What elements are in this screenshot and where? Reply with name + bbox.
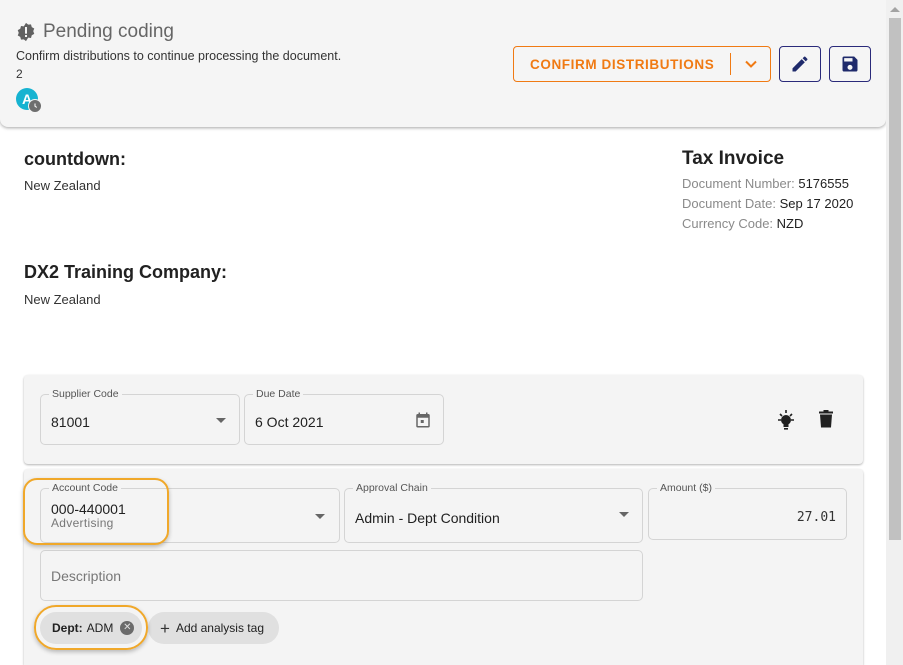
confirm-distributions-button[interactable]: CONFIRM DISTRIBUTIONS — [514, 57, 730, 72]
tag-value: ADM — [86, 621, 114, 635]
add-analysis-tag-button[interactable]: + Add analysis tag — [148, 612, 279, 644]
document-number: Document Number: 5176555 — [682, 176, 849, 191]
status-row: Pending coding — [16, 21, 174, 43]
scrollbar-thumb[interactable] — [889, 18, 901, 540]
buyer-name: DX2 Training Company: — [24, 262, 228, 282]
scroll-up-arrow-icon[interactable] — [890, 7, 900, 12]
status-message: Confirm distributions to continue proces… — [16, 49, 342, 63]
caret-down-icon — [619, 512, 629, 517]
due-date-value: 6 Oct 2021 — [255, 414, 324, 430]
amount-value: 27.01 — [796, 510, 836, 525]
calendar-icon[interactable] — [414, 411, 432, 429]
document-number-value: 5176555 — [798, 176, 849, 191]
confirm-options-dropdown[interactable] — [731, 59, 770, 69]
add-analysis-tag-label: Add analysis tag — [175, 621, 264, 635]
remove-tag-icon[interactable]: ✕ — [120, 621, 135, 635]
vendor-name: countdown: — [24, 149, 126, 169]
approval-chain-label: Approval Chain — [353, 481, 431, 495]
supplier-code-value: 81001 — [51, 414, 90, 430]
pencil-icon — [792, 56, 808, 72]
document-number-label: Document Number: — [682, 176, 795, 191]
description-placeholder: Description — [51, 568, 122, 584]
clock-icon — [28, 99, 42, 113]
lightbulb-icon[interactable] — [775, 408, 797, 432]
save-button[interactable] — [829, 46, 871, 82]
supplier-code-select[interactable]: Supplier Code 81001 — [40, 387, 240, 445]
floppy-disk-icon — [842, 56, 858, 72]
amount-input[interactable]: Amount ($) 27.01 — [648, 481, 847, 540]
description-input[interactable]: Description — [40, 550, 643, 601]
edit-button[interactable] — [779, 46, 821, 82]
currency-code: Currency Code: NZD — [682, 216, 803, 231]
status-title: Pending coding — [43, 21, 174, 42]
tag-key: Dept: — [52, 621, 83, 635]
vertical-scrollbar[interactable] — [886, 0, 903, 665]
buyer-country: New Zealand — [24, 292, 101, 307]
status-header: Pending coding Confirm distributions to … — [0, 0, 886, 127]
vendor-country: New Zealand — [24, 178, 101, 193]
trash-icon[interactable] — [819, 410, 833, 428]
due-date-field[interactable]: Due Date 6 Oct 2021 — [244, 387, 444, 445]
supplier-code-label: Supplier Code — [49, 387, 122, 401]
document-date: Document Date: Sep 17 2020 — [682, 196, 853, 211]
chevron-down-icon — [744, 60, 757, 68]
analysis-tag-chip[interactable]: Dept: ADM ✕ — [40, 612, 142, 644]
amount-label: Amount ($) — [657, 481, 715, 495]
confirm-distributions-split-button: CONFIRM DISTRIBUTIONS — [513, 46, 771, 82]
currency-code-label: Currency Code: — [682, 216, 774, 231]
account-code-label: Account Code — [49, 481, 121, 495]
account-code-description: Advertising — [51, 516, 114, 530]
document-date-value: Sep 17 2020 — [779, 196, 854, 211]
account-code-value: 000-440001 — [51, 501, 126, 517]
account-code-select[interactable]: Account Code 000-440001 Advertising — [40, 481, 340, 543]
status-count: 2 — [16, 67, 23, 81]
document-date-label: Document Date: — [682, 196, 776, 211]
header-fields-panel: Supplier Code 81001 Due Date 6 Oct 2021 — [24, 375, 863, 464]
due-date-label: Due Date — [253, 387, 304, 401]
alert-badge-icon — [17, 22, 35, 42]
approval-chain-value: Admin - Dept Condition — [355, 510, 500, 526]
plus-icon: + — [160, 618, 170, 638]
caret-down-icon — [216, 418, 226, 423]
approval-chain-select[interactable]: Approval Chain Admin - Dept Condition — [344, 481, 643, 543]
document-type: Tax Invoice — [682, 148, 785, 169]
currency-code-value: NZD — [776, 216, 804, 231]
caret-down-icon — [315, 514, 325, 519]
